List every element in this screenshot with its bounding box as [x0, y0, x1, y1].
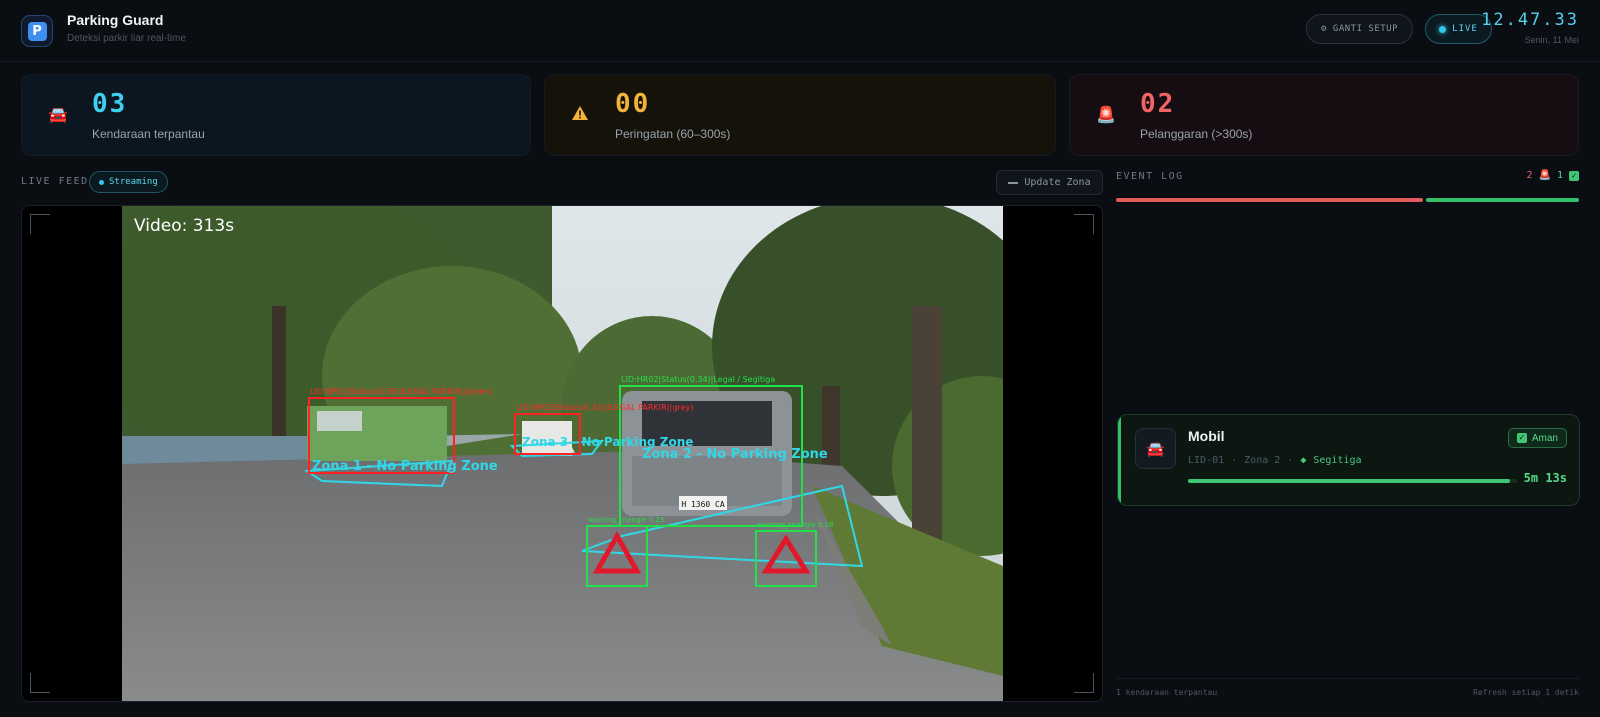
duration-progress: [1188, 479, 1517, 483]
detection-label: LID:NP02|Status(0.34)|ILEGAL PARKIR|(gre…: [516, 403, 693, 412]
separator-dot: ·: [1231, 455, 1238, 466]
warning-icon: [571, 105, 589, 125]
streaming-label: Streaming: [109, 177, 158, 187]
update-zone-button[interactable]: Update Zona: [996, 170, 1103, 195]
status-label: Aman: [1531, 432, 1558, 444]
stat-value: 02: [1140, 89, 1176, 119]
footer-count: 1 kendaraan terpantau: [1116, 688, 1218, 697]
detection-label: warning_triangle 0.28: [757, 521, 833, 529]
stat-label: Kendaraan terpantau: [92, 127, 205, 141]
live-dot-icon: [1439, 25, 1447, 33]
violation-count: 2: [1526, 170, 1533, 181]
status-badge: ✓ Aman: [1507, 428, 1567, 448]
license-plate: H 1360 CA: [681, 500, 725, 509]
stat-value: 03: [92, 89, 128, 119]
video-frame: H 1360 CA Video: 313s LID:NP01|Status(0.…: [122, 206, 1003, 701]
frame-corner: [1074, 214, 1094, 234]
zone-label: Zona 3 - No Parking Zone: [522, 435, 693, 449]
footer-refresh: Refresh setiap 1 detik: [1473, 688, 1579, 697]
zone-label: Zona 2 - No Parking Zone: [642, 447, 828, 462]
check-icon: ✓: [1569, 170, 1579, 181]
siren-icon: 🚨: [1096, 105, 1116, 124]
event-zone: Zona 2: [1244, 455, 1281, 466]
update-zone-label: Update Zona: [1024, 177, 1091, 188]
streaming-badge: Streaming: [89, 171, 168, 193]
event-card[interactable]: 🚘 Mobil LID-01 · Zona 2 · ◆ Segitiga ✓ Am…: [1117, 414, 1580, 506]
check-icon: ✓: [1516, 433, 1527, 443]
frame-corner: [30, 214, 50, 234]
app-subtitle: Deteksi parkir liar real-time: [67, 33, 186, 44]
frame-corner: [30, 673, 50, 693]
event-tag: Segitiga: [1313, 455, 1362, 466]
clock-time: 12.47.33: [1481, 10, 1579, 30]
event-duration: 5m 13s: [1523, 471, 1567, 485]
event-id: LID-01: [1188, 455, 1225, 466]
change-setup-button[interactable]: ⚙ GANTI SETUP: [1306, 14, 1413, 44]
event-log-title: EVENT LOG: [1116, 171, 1184, 182]
stat-card-violations: 🚨 02 Pelanggaran (>300s): [1069, 74, 1579, 156]
footer-divider: [1116, 678, 1579, 679]
event-log-counts: 2 🚨 1 ✓: [1526, 170, 1579, 181]
car-icon: 🚘: [48, 105, 68, 124]
duration-progress-fill: [1188, 479, 1511, 483]
video-timer: Video: 313s: [134, 216, 234, 236]
safe-ratio-bar: [1426, 198, 1579, 202]
live-feed-title: LIVE FEED: [21, 176, 89, 187]
stream-dot-icon: [99, 179, 104, 185]
event-accent: [1118, 415, 1121, 505]
gear-icon: ⚙: [1320, 24, 1327, 34]
app-title: Parking Guard: [67, 12, 164, 28]
top-bar: P Parking Guard Deteksi parkir liar real…: [0, 0, 1600, 62]
parking-icon: P: [27, 21, 47, 41]
car-icon: 🚘: [1135, 428, 1176, 469]
clock-date: Senin, 11 Mei: [1524, 35, 1579, 45]
siren-icon: 🚨: [1538, 170, 1551, 181]
stat-label: Peringatan (60–300s): [615, 127, 731, 141]
detection-label: warning_triangle 0.23: [588, 516, 664, 524]
live-feed-viewport: H 1360 CA Video: 313s LID:NP01|Status(0.…: [21, 205, 1103, 702]
violation-ratio-bar: [1116, 198, 1423, 202]
detection-label: LID:HR02|Status(0.34)|Legal / Segitiga: [621, 375, 775, 384]
safe-count: 1: [1556, 170, 1563, 181]
stat-card-warnings: 00 Peringatan (60–300s): [544, 74, 1056, 156]
detection-label: LID:NP01|Status(0.36)|ILEGAL PARKIR|(gre…: [310, 387, 493, 396]
event-meta: LID-01 · Zona 2 · ◆ Segitiga: [1188, 455, 1362, 466]
zone-label: Zona 1 - No Parking Zone: [312, 459, 498, 474]
event-title: Mobil: [1188, 428, 1225, 444]
stat-card-vehicles: 🚘 03 Kendaraan terpantau: [21, 74, 531, 156]
minus-icon: [1008, 181, 1019, 184]
change-setup-label: GANTI SETUP: [1332, 24, 1399, 34]
diamond-icon: ◆: [1300, 455, 1307, 466]
live-label: LIVE: [1452, 24, 1478, 34]
separator-dot: ·: [1287, 455, 1294, 466]
app-logo: P: [21, 15, 53, 47]
stat-label: Pelanggaran (>300s): [1140, 127, 1253, 141]
stat-value: 00: [615, 89, 651, 119]
frame-corner: [1074, 673, 1094, 693]
